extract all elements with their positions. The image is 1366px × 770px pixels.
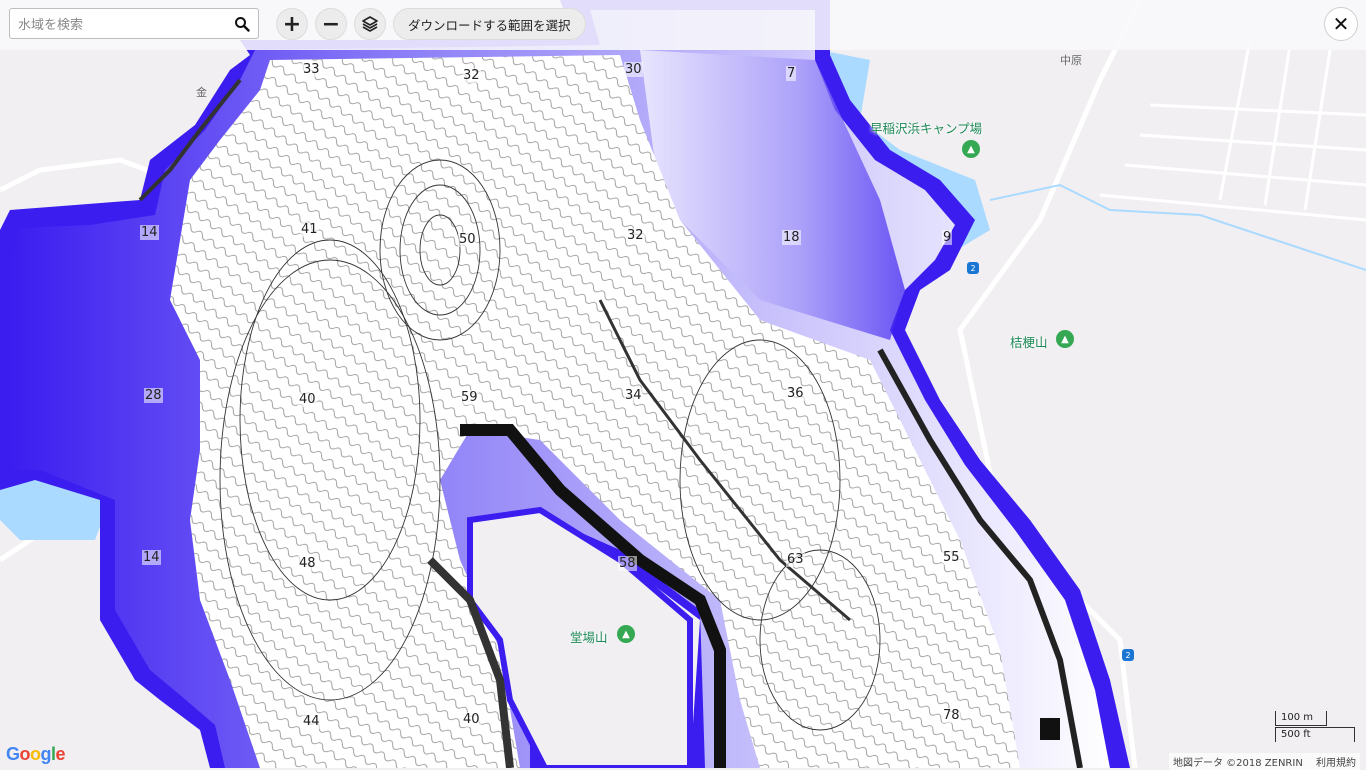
depth-label: 32 — [626, 228, 645, 243]
depth-label: 14 — [140, 225, 159, 240]
depth-label: 59 — [460, 390, 479, 405]
campground-icon[interactable]: ▲ — [962, 140, 980, 158]
zoom-out-button[interactable]: − — [315, 8, 347, 40]
place-label-camp[interactable]: 早稲沢浜キャンプ場 — [870, 118, 982, 137]
depth-label: 28 — [144, 388, 163, 403]
layers-button[interactable] — [354, 8, 386, 40]
depth-label: 34 — [624, 388, 643, 403]
depth-label: 48 — [298, 556, 317, 571]
depth-label: 14 — [142, 550, 161, 565]
scale-imperial: 500 ft — [1281, 729, 1311, 740]
depth-label: 32 — [462, 68, 481, 83]
depth-map-layer — [0, 0, 1366, 768]
zoom-in-button[interactable]: + — [276, 8, 308, 40]
depth-label: 40 — [298, 392, 317, 407]
depth-label: 30 — [624, 62, 643, 77]
area-label-nakahara: 中原 — [1060, 54, 1082, 67]
route-badge: 2 — [967, 262, 979, 274]
depth-label: 36 — [786, 386, 805, 401]
depth-label: 58 — [618, 556, 637, 571]
depth-label: 33 — [302, 62, 321, 77]
mountain-icon[interactable]: ▲ — [617, 625, 635, 643]
place-label-kikyo[interactable]: 桔梗山 — [1010, 332, 1048, 351]
area-label-partial: 金 — [196, 86, 207, 99]
search-input[interactable] — [16, 13, 220, 37]
depth-label: 18 — [782, 230, 801, 245]
depth-label: 78 — [942, 708, 961, 723]
depth-label: 44 — [302, 714, 321, 729]
depth-label: 40 — [462, 712, 481, 727]
place-label-doba[interactable]: 堂場山 — [570, 627, 608, 646]
depth-label: 7 — [786, 66, 797, 81]
depth-label: 55 — [942, 550, 961, 565]
map-canvas[interactable]: 33 32 30 7 14 41 50 32 18 9 28 40 59 34 … — [0, 0, 1366, 768]
depth-label: 41 — [300, 222, 319, 237]
scale-bar: 100 m 500 ft — [1275, 711, 1357, 745]
google-logo: Google — [6, 744, 66, 764]
depth-label: 63 — [786, 552, 805, 567]
layers-icon — [362, 16, 378, 32]
depth-label: 9 — [942, 230, 953, 245]
close-button[interactable]: ✕ — [1324, 7, 1358, 41]
download-area-button[interactable]: ダウンロードする範囲を選択 — [393, 8, 586, 40]
top-toolbar: + − ダウンロードする範囲を選択 ✕ — [0, 0, 1366, 50]
search-icon[interactable] — [234, 16, 250, 32]
attribution-bar: 地図データ ©2018 ZENRIN 利用規約 — [1168, 753, 1360, 770]
map-data-attribution: 地図データ ©2018 ZENRIN — [1172, 758, 1303, 769]
scale-metric: 100 m — [1281, 712, 1314, 723]
search-box — [9, 8, 259, 39]
depth-label: 50 — [458, 232, 477, 247]
terms-link[interactable]: 利用規約 — [1316, 758, 1356, 769]
route-badge: 2 — [1122, 649, 1134, 661]
mountain-icon[interactable]: ▲ — [1056, 330, 1074, 348]
